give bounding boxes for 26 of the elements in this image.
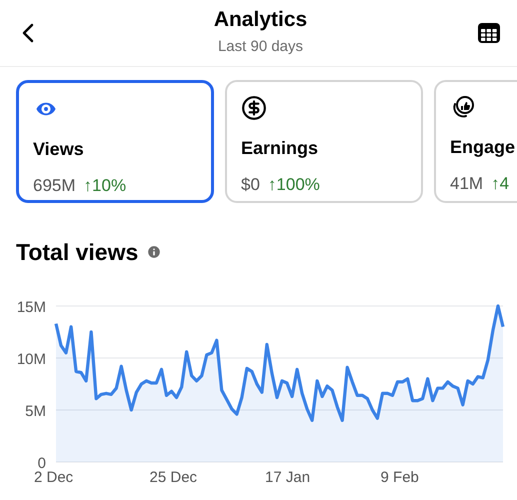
page-title: Analytics [214,8,308,32]
metric-value: $0 [241,174,260,196]
dollar-icon [241,95,267,121]
metric-change: ↑10% [84,175,126,197]
y-axis-label: 15M [16,298,46,316]
metric-card[interactable]: Engage 41M ↑4 [434,80,517,203]
metric-card[interactable]: Earnings $0 ↑100% [225,80,423,203]
x-axis-label: 2 Dec [34,468,74,486]
metric-value: 695M [33,175,76,197]
section-title: Total views [16,238,138,267]
metric-label: Engage [450,136,516,159]
x-axis-label: 17 Jan [265,468,310,486]
info-icon[interactable] [146,244,162,260]
table-icon[interactable] [477,22,501,44]
metric-label: Views [33,138,84,161]
metric-card[interactable]: Views 695M ↑10% [16,80,214,203]
metric-change: ↑4 [491,173,510,195]
x-axis-label: 9 Feb [380,468,419,486]
metric-change: ↑100% [268,174,320,196]
metric-label: Earnings [241,137,318,160]
metric-value: 41M [450,173,484,195]
y-axis-label: 0 [38,454,46,472]
y-axis-label: 5M [25,402,46,420]
y-axis-label: 10M [16,350,46,368]
x-axis-label: 25 Dec [150,468,198,486]
page-subtitle: Last 90 days [218,36,304,57]
